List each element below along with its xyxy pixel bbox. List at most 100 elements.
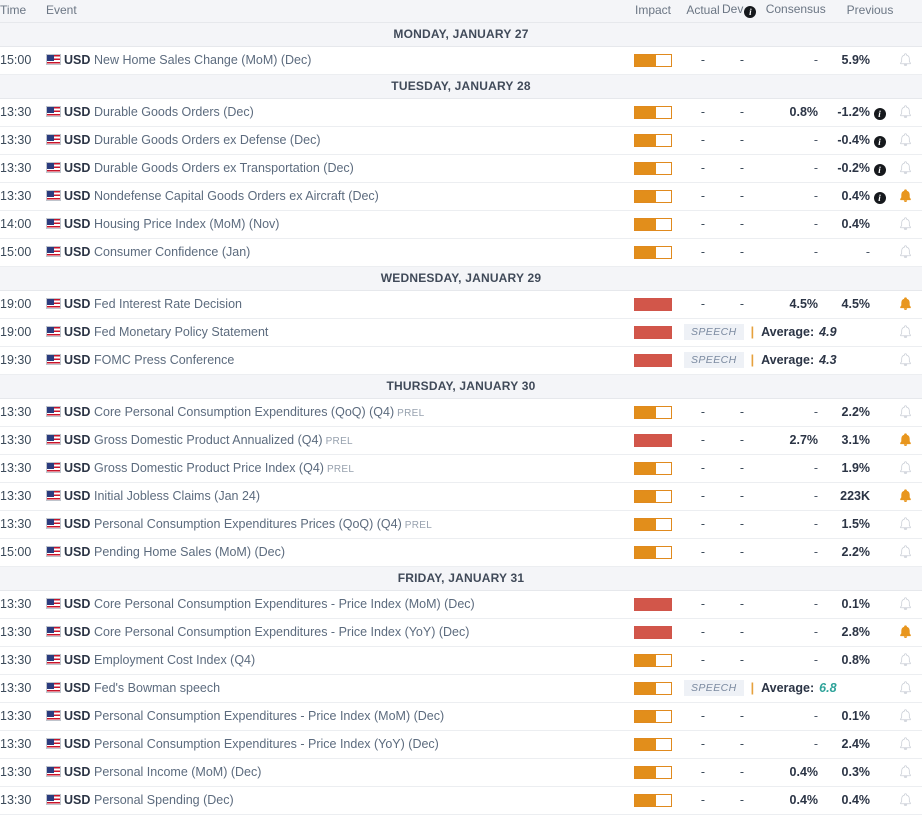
event-name-cell[interactable]: Durable Goods Orders (Dec) (94, 98, 622, 127)
event-name-cell[interactable]: Housing Price Index (MoM) (Nov) (94, 210, 622, 239)
event-info-cell[interactable]: i (870, 126, 889, 155)
event-alert-cell[interactable] (888, 786, 922, 815)
column-header-time[interactable]: Time (0, 0, 46, 22)
event-previous: -1.2% (818, 98, 871, 127)
column-header-impact[interactable]: Impact (622, 0, 684, 22)
event-alert-cell[interactable] (888, 346, 922, 375)
event-row[interactable]: 13:30 USD Gross Domestic Product Annualize… (0, 426, 922, 455)
event-alert-cell[interactable] (888, 590, 922, 619)
event-alert-cell[interactable] (888, 182, 922, 211)
event-name-cell[interactable]: Personal Consumption Expenditures - Pric… (94, 702, 622, 731)
event-alert-cell[interactable] (888, 46, 922, 75)
event-row[interactable]: 19:30 USD FOMC Press Conference SPEECH | Aver… (0, 346, 922, 375)
event-name-cell[interactable]: Fed Monetary Policy Statement (94, 318, 622, 347)
event-row[interactable]: 13:30 USD Core Personal Consumption Expend… (0, 398, 922, 427)
event-row[interactable]: 13:30 USD Personal Income (MoM) (Dec) - -0.4… (0, 758, 922, 787)
event-info-icon[interactable]: i (873, 136, 886, 148)
event-alert-cell[interactable] (888, 426, 922, 455)
event-name-cell[interactable]: Fed's Bowman speech (94, 674, 622, 703)
event-name-cell[interactable]: Core Personal Consumption Expenditures (… (94, 398, 622, 427)
event-row[interactable]: 13:30 USD Employment Cost Index (Q4) - - -0.8… (0, 646, 922, 675)
event-row[interactable]: 13:30 USD Gross Domestic Product Price Ind… (0, 454, 922, 483)
event-alert-cell[interactable] (888, 730, 922, 759)
event-row[interactable]: 15:00 USD Pending Home Sales (MoM) (Dec) - -… (0, 538, 922, 567)
event-name-cell[interactable]: FOMC Press Conference (94, 346, 622, 375)
column-header-dev[interactable]: Dev i Consensus (722, 0, 826, 22)
event-alert-cell[interactable] (888, 398, 922, 427)
dev-info-icon[interactable]: i (744, 5, 757, 18)
event-info-icon[interactable]: i (873, 192, 886, 204)
event-name-cell[interactable]: Employment Cost Index (Q4) (94, 646, 622, 675)
event-row[interactable]: 19:00 USD Fed Monetary Policy Statement SPE… (0, 318, 922, 347)
event-alert-cell[interactable] (888, 98, 922, 127)
us-flag-icon (46, 162, 61, 173)
event-info-cell[interactable]: i (870, 98, 889, 127)
event-row[interactable]: 13:30 USD Durable Goods Orders ex Defense … (0, 126, 922, 155)
event-row[interactable]: 15:00 USD New Home Sales Change (MoM) (Dec… (0, 46, 922, 75)
event-row[interactable]: 13:30 USD Durable Goods Orders ex Transpor… (0, 154, 922, 183)
event-name-cell[interactable]: Personal Income (MoM) (Dec) (94, 758, 622, 787)
event-name-cell[interactable]: Durable Goods Orders ex Transportation (… (94, 154, 622, 183)
event-consensus: - (762, 590, 819, 619)
event-alert-cell[interactable] (888, 290, 922, 319)
event-alert-cell[interactable] (888, 238, 922, 267)
event-name-cell[interactable]: Personal Consumption Expenditures Prices… (94, 510, 622, 539)
event-name-cell[interactable]: New Home Sales Change (MoM) (Dec) (94, 46, 622, 75)
impact-cell (622, 398, 684, 427)
event-row[interactable]: 15:00 USD Consumer Confidence (Jan) - - - - (0, 238, 922, 267)
event-row[interactable]: 13:30 USD Nondefense Capital Goods Orders … (0, 182, 922, 211)
event-name-cell[interactable]: Personal Spending (Dec) (94, 786, 622, 815)
impact-cell (622, 702, 684, 731)
column-header-event[interactable]: Event (46, 0, 622, 22)
event-name-cell[interactable]: Nondefense Capital Goods Orders ex Aircr… (94, 182, 622, 211)
event-row[interactable]: 13:30 USD Personal Consumption Expenditure… (0, 510, 922, 539)
currency-code: USD (64, 297, 91, 311)
column-header-previous[interactable]: Previous (818, 0, 922, 22)
currency-code: USD (64, 653, 91, 667)
event-row[interactable]: 13:30 USD Core Personal Consumption Expend… (0, 590, 922, 619)
event-info-icon[interactable]: i (873, 164, 886, 176)
event-name-cell[interactable]: Gross Domestic Product Annualized (Q4) PR… (94, 426, 622, 455)
event-row[interactable]: 13:30 USD Initial Jobless Claims (Jan 24) -… (0, 482, 922, 511)
event-alert-cell[interactable] (888, 210, 922, 239)
event-name-cell[interactable]: Fed Interest Rate Decision (94, 290, 622, 319)
event-name-cell[interactable]: Pending Home Sales (MoM) (Dec) (94, 538, 622, 567)
event-info-icon[interactable]: i (873, 108, 886, 120)
event-row[interactable]: 13:30 USD Core Personal Consumption Expend… (0, 618, 922, 647)
event-alert-cell[interactable] (888, 482, 922, 511)
event-row[interactable]: 14:00 USD Housing Price Index (MoM) (Nov) -… (0, 210, 922, 239)
event-alert-cell[interactable] (888, 674, 922, 703)
event-info-cell[interactable]: i (870, 154, 889, 183)
impact-bar-medium (634, 766, 672, 780)
event-name-cell[interactable]: Core Personal Consumption Expenditures -… (94, 590, 622, 619)
event-name-cell[interactable]: Durable Goods Orders ex Defense (Dec) (94, 126, 622, 155)
event-info-cell[interactable]: i (870, 182, 889, 211)
impact-bar-medium (634, 518, 672, 532)
event-alert-cell[interactable] (888, 702, 922, 731)
event-name-cell[interactable]: Personal Consumption Expenditures - Pric… (94, 730, 622, 759)
event-row[interactable]: 13:30 USD Personal Spending (Dec) - -0.4% 0.4… (0, 786, 922, 815)
event-alert-cell[interactable] (888, 318, 922, 347)
event-alert-cell[interactable] (888, 758, 922, 787)
event-alert-cell[interactable] (888, 126, 922, 155)
event-name-cell[interactable]: Gross Domestic Product Price Index (Q4) P… (94, 454, 622, 483)
event-alert-cell[interactable] (888, 538, 922, 567)
event-row[interactable]: 13:30 USD Personal Consumption Expenditure… (0, 730, 922, 759)
event-name-cell[interactable]: Consumer Confidence (Jan) (94, 238, 622, 267)
event-row[interactable]: 13:30 USD Personal Consumption Expenditure… (0, 702, 922, 731)
event-deviation: - (722, 646, 762, 675)
event-name-cell[interactable]: Initial Jobless Claims (Jan 24) (94, 482, 622, 511)
event-alert-cell[interactable] (888, 454, 922, 483)
event-alert-cell[interactable] (888, 510, 922, 539)
event-name-cell[interactable]: Core Personal Consumption Expenditures -… (94, 618, 622, 647)
event-row[interactable]: 13:30 USD Durable Goods Orders (Dec) - -0.8%… (0, 98, 922, 127)
event-row[interactable]: 13:30 USD Fed's Bowman speech SPEECH | Averag… (0, 674, 922, 703)
impact-cell (622, 454, 684, 483)
column-header-actual[interactable]: Actual (684, 0, 722, 22)
event-info-cell (870, 454, 889, 483)
event-alert-cell[interactable] (888, 154, 922, 183)
event-alert-cell[interactable] (888, 618, 922, 647)
event-row[interactable]: 19:00 USD Fed Interest Rate Decision - -4.5%… (0, 290, 922, 319)
event-alert-cell[interactable] (888, 646, 922, 675)
column-header-consensus[interactable]: Consensus (766, 2, 826, 16)
